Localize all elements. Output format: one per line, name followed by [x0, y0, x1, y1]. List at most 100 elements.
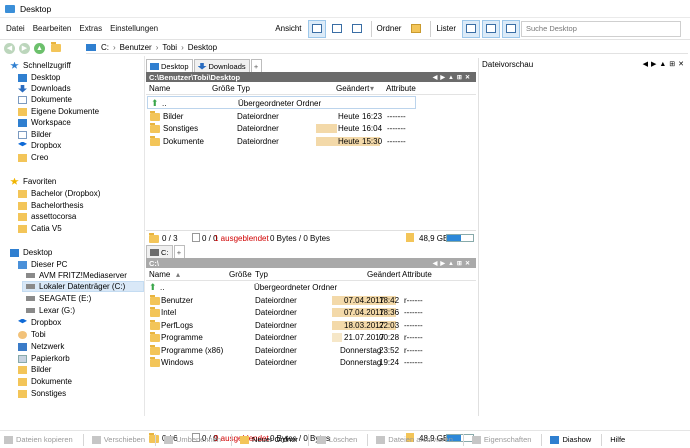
lister-dual-button[interactable]: [482, 19, 500, 38]
file-row[interactable]: Benutzer Dateiordner 07.04.2017 18:42 r-…: [146, 294, 476, 307]
file-row[interactable]: Programme (x86) Dateiordner Donnerstag 2…: [146, 344, 476, 357]
preview-nav-icon[interactable]: ◀▶▲⊞✕: [643, 60, 687, 69]
col-geaendert[interactable]: Geändert: [336, 84, 369, 93]
file-row[interactable]: Sonstiges Dateiordner Heute 16:04 ------…: [146, 122, 476, 135]
view-list-button[interactable]: [328, 20, 346, 38]
folder-icon: [18, 118, 27, 127]
tree-quick-access[interactable]: Schnellzugriff: [10, 60, 71, 71]
lister-preview-button[interactable]: [502, 19, 520, 38]
col-attribute[interactable]: Attribute: [402, 270, 432, 279]
tab-c[interactable]: C:: [146, 245, 173, 258]
tree-item-downloads[interactable]: Downloads: [18, 83, 71, 94]
menu-einstellungen[interactable]: Einstellungen: [110, 24, 158, 33]
ansicht-dropdown[interactable]: Ansicht: [275, 24, 301, 33]
tab-desktop[interactable]: Desktop: [146, 59, 193, 72]
tree-item-dropbox[interactable]: Dropbox: [18, 140, 61, 151]
bottom-path-text: C:\: [149, 258, 159, 268]
tree-pc-local-c[interactable]: Lokaler Datenträger (C:): [22, 281, 144, 292]
col-name[interactable]: Name: [149, 270, 170, 279]
file-row[interactable]: Intel Dateiordner 07.04.2017 18:36 -----…: [146, 306, 476, 319]
ordner-dropdown[interactable]: Ordner: [377, 24, 402, 33]
up-folder-row[interactable]: ⬆ .. Übergeordneter Ordner: [146, 281, 476, 294]
tree-papierkorb[interactable]: Papierkorb: [18, 353, 70, 364]
tree-pc-lexar[interactable]: Lexar (G:): [26, 305, 75, 316]
drive-icon: [150, 248, 159, 256]
crumb-benutzer[interactable]: Benutzer: [120, 43, 152, 52]
menu-extras[interactable]: Extras: [79, 24, 102, 33]
favorites-folder-icon[interactable]: [51, 42, 61, 52]
drive-icon: [26, 284, 35, 289]
col-geaendert[interactable]: Geändert: [367, 270, 400, 279]
col-groesse[interactable]: Größe: [212, 84, 235, 93]
col-attribute[interactable]: Attribute: [386, 84, 416, 93]
crumb-desktop[interactable]: Desktop: [188, 43, 217, 52]
tree-dokumente[interactable]: Dokumente: [18, 376, 72, 387]
file-row[interactable]: Bilder Dateiordner Heute 16:23 -------: [146, 110, 476, 123]
folder-options-button[interactable]: [407, 20, 425, 38]
crumb-tobi[interactable]: Tobi: [162, 43, 177, 52]
tree-item-bilder[interactable]: Bilder: [18, 129, 51, 140]
menu-datei[interactable]: Datei: [6, 24, 25, 33]
tree-pc-seagate[interactable]: SEAGATE (E:): [26, 293, 91, 304]
slideshow-button[interactable]: Diashow: [550, 435, 591, 444]
window-title: Desktop: [20, 3, 52, 14]
tree-item-desktop[interactable]: Desktop: [18, 72, 60, 83]
tree-netzwerk[interactable]: Netzwerk: [18, 341, 64, 352]
tree-sonstiges[interactable]: Sonstiges: [18, 388, 66, 399]
col-typ[interactable]: Typ: [237, 84, 250, 93]
tree-fav-bachelor-dropbox[interactable]: Bachelor (Dropbox): [18, 188, 100, 199]
tree-tobi[interactable]: Tobi: [18, 329, 46, 340]
tree-fav-catia[interactable]: Catia V5: [18, 223, 62, 234]
tab-downloads[interactable]: Downloads: [193, 59, 250, 72]
lister-dropdown[interactable]: Lister: [436, 24, 456, 33]
menu-bearbeiten[interactable]: Bearbeiten: [33, 24, 72, 33]
copy-files-button[interactable]: Dateien kopieren: [4, 435, 73, 444]
tree-desktop-root[interactable]: Desktop: [10, 247, 52, 258]
rename-button[interactable]: Umbenennen: [164, 435, 221, 444]
col-typ[interactable]: Typ: [255, 270, 268, 279]
tree-fav-bachelorthesis[interactable]: Bachelorthesis: [18, 200, 83, 211]
view-thumbs-button[interactable]: [348, 20, 366, 38]
forward-icon[interactable]: ▶: [19, 42, 30, 54]
help-button[interactable]: Hilfe: [610, 435, 625, 444]
new-folder-button[interactable]: Neuer Ordner: [240, 435, 298, 444]
address-bar[interactable]: C: › Benutzer › Tobi › Desktop: [86, 42, 688, 54]
col-groesse[interactable]: Größe: [229, 270, 252, 279]
delete-button[interactable]: Löschen: [316, 435, 357, 444]
folder-icon: [18, 389, 27, 398]
file-row[interactable]: Windows Dateiordner Donnerstag 19:24 ---…: [146, 356, 476, 369]
crumb-c[interactable]: C:: [101, 43, 109, 52]
tree-pc-fritz[interactable]: AVM FRITZ!Mediaserver: [26, 270, 127, 281]
lister-single-button[interactable]: [462, 19, 480, 38]
file-row[interactable]: Programme Dateiordner 21.07.2017 00:28 r…: [146, 331, 476, 344]
col-name[interactable]: Name: [149, 84, 170, 93]
properties-button[interactable]: Eigenschaften: [471, 435, 531, 444]
tree-favorites[interactable]: Favoriten: [10, 176, 56, 187]
move-icon: [91, 435, 101, 444]
pane-nav-arrows-icon[interactable]: ◀▶▲⊞✕: [433, 260, 473, 267]
back-icon[interactable]: ◀: [4, 42, 15, 54]
tree-dropbox[interactable]: Dropbox: [18, 317, 61, 328]
search-input[interactable]: Suche Desktop: [521, 21, 681, 37]
tree-item-creo[interactable]: Creo: [18, 152, 48, 163]
archive-button[interactable]: Dateien archivieren: [376, 435, 453, 444]
star-icon: [10, 177, 19, 185]
file-row[interactable]: PerfLogs Dateiordner 18.03.2017 22:03 --…: [146, 319, 476, 332]
tree-bilder[interactable]: Bilder: [18, 364, 51, 375]
tree-fav-assettocorsa[interactable]: assettocorsa: [18, 211, 76, 222]
tree-item-workspace[interactable]: Workspace: [18, 117, 71, 128]
up-icon[interactable]: ▲: [34, 42, 45, 54]
hidden-count[interactable]: 1 ausgeblendet: [214, 234, 269, 243]
folder-icon: [150, 357, 160, 367]
view-details-button[interactable]: [307, 19, 326, 38]
tree-item-eigene-dokumente[interactable]: Eigene Dokumente: [18, 106, 99, 117]
user-icon: [18, 330, 27, 339]
tree-item-dokumente[interactable]: Dokumente: [18, 94, 72, 105]
file-row[interactable]: Dokumente Dateiordner Heute 15:30 ------…: [146, 135, 476, 148]
move-button[interactable]: Verschieben: [91, 435, 145, 444]
up-folder-row[interactable]: ⬆ .. Übergeordneter Ordner: [147, 96, 416, 109]
pane-nav-arrows-icon[interactable]: ◀▶▲⊞✕: [433, 74, 473, 81]
new-tab-button[interactable]: +: [173, 245, 185, 258]
new-tab-button[interactable]: +: [250, 59, 262, 72]
tree-this-pc[interactable]: Dieser PC: [18, 259, 67, 270]
